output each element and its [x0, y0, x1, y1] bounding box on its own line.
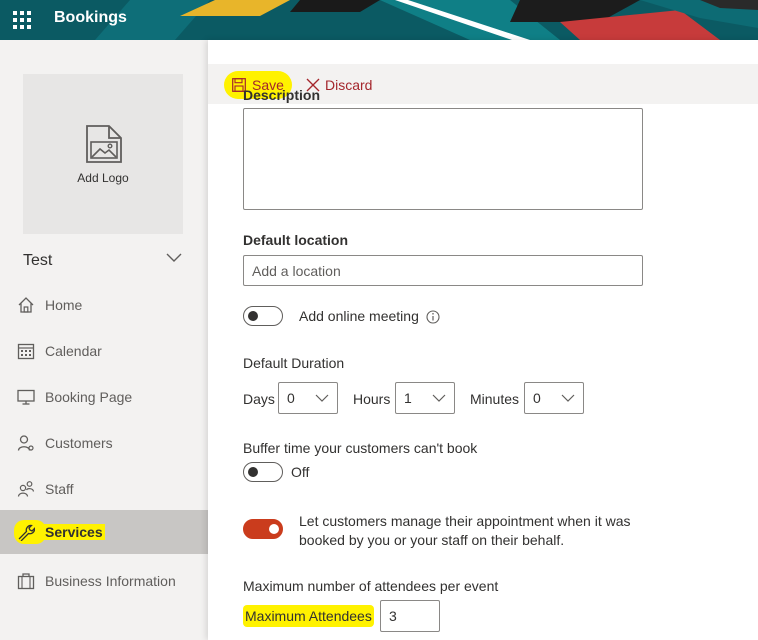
sidebar-item-label: Booking Page: [45, 389, 133, 405]
info-icon[interactable]: [426, 310, 440, 324]
business-name: Test: [23, 252, 53, 269]
customer-manage-toggle[interactable]: [243, 519, 283, 539]
minutes-value: 0: [533, 390, 541, 406]
days-value: 0: [287, 390, 295, 406]
monitor-icon: [17, 389, 35, 405]
location-input[interactable]: Add a location: [243, 255, 643, 286]
chevron-down-icon: [561, 394, 575, 402]
left-nav: Add Logo Test Home Calendar Booking Page: [0, 40, 208, 640]
add-logo-label: Add Logo: [77, 171, 129, 185]
sidebar-item-business-information[interactable]: Business Information: [0, 559, 208, 603]
chevron-down-icon: [315, 394, 329, 402]
sidebar-item-label: Staff: [45, 481, 74, 497]
buffer-time-state: Off: [291, 464, 310, 480]
chevron-down-icon[interactable]: [166, 253, 182, 263]
hours-select[interactable]: 1: [395, 382, 455, 414]
briefcase-icon: [17, 573, 35, 590]
sidebar-item-label: Customers: [45, 435, 113, 451]
image-icon: [86, 125, 122, 163]
description-textarea[interactable]: [243, 108, 643, 210]
wrench-icon: [18, 524, 35, 541]
customer-manage-label: Let customers manage their appointment w…: [299, 512, 631, 550]
service-editor-panel: Save Discard Description Default locatio…: [208, 40, 758, 640]
minutes-select[interactable]: 0: [524, 382, 584, 414]
hours-value: 1: [404, 390, 412, 406]
app-launcher-icon[interactable]: [10, 8, 34, 32]
max-attendees-label: Maximum Attendees: [243, 605, 374, 627]
online-meeting-toggle[interactable]: [243, 306, 283, 326]
sidebar-item-label: Calendar: [45, 343, 102, 359]
default-location-label: Default location: [243, 232, 349, 248]
app-title: Bookings: [54, 9, 127, 26]
sidebar-item-staff[interactable]: Staff: [0, 467, 208, 511]
hours-label: Hours: [353, 391, 391, 407]
sidebar-item-calendar[interactable]: Calendar: [0, 329, 208, 373]
calendar-icon: [17, 343, 35, 360]
top-bar: Bookings: [0, 0, 758, 40]
max-attendees-input[interactable]: 3: [380, 600, 440, 632]
discard-label: Discard: [325, 77, 373, 93]
home-icon: [18, 297, 34, 313]
customers-icon: [17, 435, 34, 451]
days-label: Days: [243, 391, 275, 407]
sidebar-item-label: Business Information: [45, 573, 176, 589]
staff-icon: [17, 481, 35, 497]
buffer-time-toggle[interactable]: [243, 462, 283, 482]
sidebar-item-booking-page[interactable]: Booking Page: [0, 375, 208, 419]
chevron-down-icon: [432, 394, 446, 402]
sidebar-item-customers[interactable]: Customers: [0, 421, 208, 465]
max-attendees-heading: Maximum number of attendees per event: [243, 578, 499, 594]
sidebar-item-home[interactable]: Home: [0, 283, 208, 327]
sidebar-item-services[interactable]: Services: [0, 510, 208, 554]
sidebar-item-label: Services: [43, 524, 105, 540]
days-select[interactable]: 0: [278, 382, 338, 414]
buffer-time-label: Buffer time your customers can't book: [243, 440, 478, 456]
minutes-label: Minutes: [470, 391, 520, 407]
default-duration-label: Default Duration: [243, 355, 345, 371]
customer-manage-line2: booked by you or your staff on their beh…: [299, 532, 565, 548]
sidebar-item-label: Home: [45, 297, 83, 313]
customer-manage-line1: Let customers manage their appointment w…: [299, 513, 631, 529]
online-meeting-label: Add online meeting: [299, 308, 419, 324]
add-logo-button[interactable]: Add Logo: [23, 74, 183, 234]
description-label: Description: [243, 87, 321, 103]
